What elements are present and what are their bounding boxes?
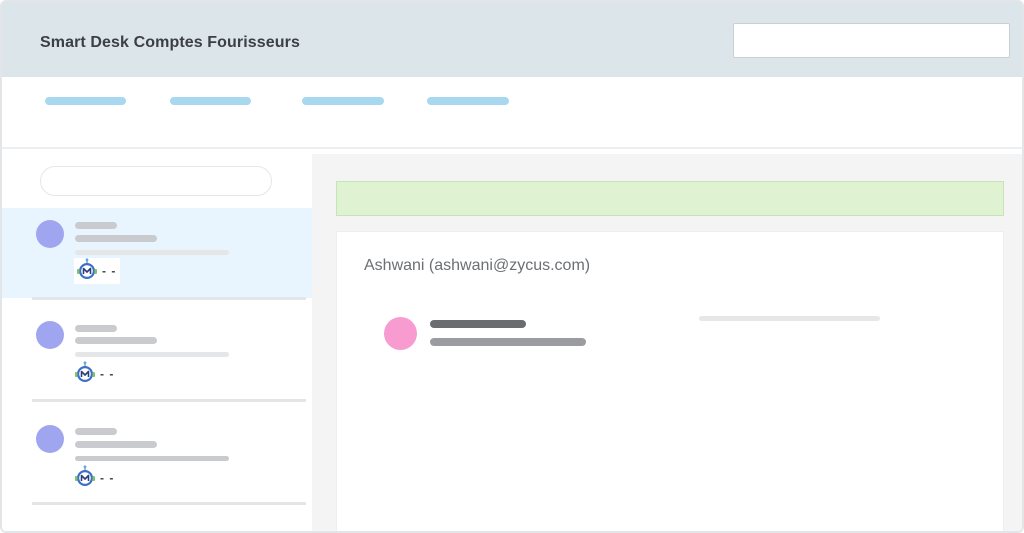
preview-placeholder bbox=[75, 250, 229, 255]
item-meta: - - bbox=[74, 360, 115, 388]
item-divider bbox=[32, 297, 306, 300]
item-meta: - - bbox=[74, 257, 121, 285]
merlin-bot-icon bbox=[74, 360, 96, 388]
main-pane: Ashwani (ashwani@zycus.com) bbox=[312, 154, 1022, 531]
nav-tab-1[interactable] bbox=[45, 97, 126, 105]
item-meta-text: - - bbox=[100, 471, 115, 485]
conversation-item[interactable]: - - bbox=[2, 208, 312, 298]
merlin-bot-icon bbox=[74, 464, 96, 492]
item-meta-text: - - bbox=[100, 367, 115, 381]
contact-avatar bbox=[384, 317, 417, 350]
app-window: Smart Desk Comptes Fourisseurs - - - - -… bbox=[0, 0, 1024, 533]
avatar bbox=[36, 220, 64, 248]
nav-tab-2[interactable] bbox=[170, 97, 251, 105]
subject-placeholder bbox=[75, 441, 157, 448]
sidebar-search-input[interactable] bbox=[40, 166, 272, 196]
preview-placeholder bbox=[75, 352, 229, 357]
sender-placeholder bbox=[75, 428, 117, 435]
app-header: Smart Desk Comptes Fourisseurs bbox=[2, 2, 1022, 77]
merlin-bot-icon bbox=[76, 257, 98, 285]
app-title: Smart Desk Comptes Fourisseurs bbox=[40, 34, 300, 51]
conversation-sidebar: - - - - - - bbox=[2, 154, 312, 531]
item-divider bbox=[32, 502, 306, 505]
preview-placeholder bbox=[75, 456, 229, 461]
nav-tab-3[interactable] bbox=[302, 97, 384, 105]
avatar bbox=[36, 425, 64, 453]
item-meta-text: - - bbox=[102, 264, 117, 278]
avatar bbox=[36, 321, 64, 349]
item-divider bbox=[32, 399, 306, 402]
conversation-card: Ashwani (ashwani@zycus.com) bbox=[336, 231, 1004, 531]
conversation-item[interactable]: - - bbox=[2, 415, 312, 505]
nav-bar bbox=[2, 77, 1022, 149]
sender-placeholder bbox=[75, 222, 117, 229]
item-meta: - - bbox=[74, 464, 115, 492]
header-search-input[interactable] bbox=[733, 23, 1010, 58]
message-meta-placeholder bbox=[699, 316, 880, 321]
subject-placeholder bbox=[75, 235, 157, 242]
status-banner bbox=[336, 181, 1004, 216]
conversation-item[interactable]: - - bbox=[2, 311, 312, 401]
contact-header: Ashwani (ashwani@zycus.com) bbox=[364, 257, 591, 274]
subject-placeholder bbox=[75, 337, 157, 344]
contact-name-placeholder bbox=[430, 320, 526, 328]
nav-tab-4[interactable] bbox=[427, 97, 509, 105]
contact-detail-placeholder bbox=[430, 338, 586, 346]
sender-placeholder bbox=[75, 325, 117, 332]
